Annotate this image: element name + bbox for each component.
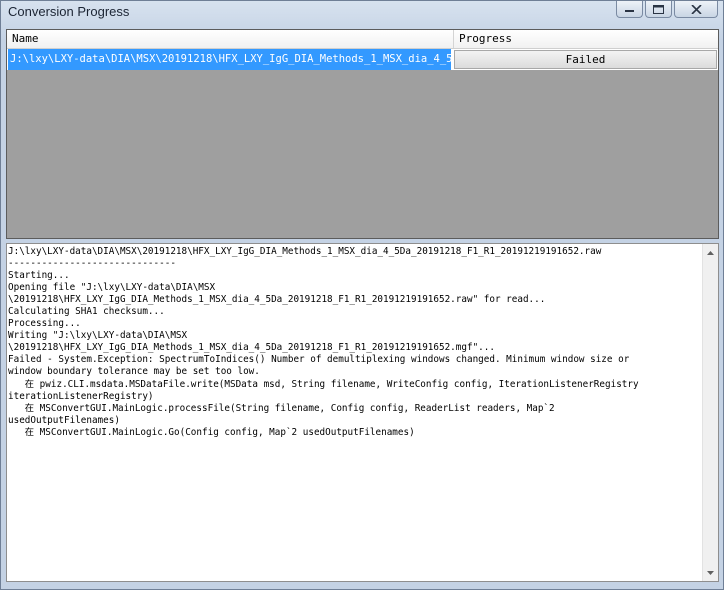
vertical-scrollbar[interactable]: [702, 244, 718, 581]
log-line: Starting...: [8, 270, 70, 282]
log-line: \20191218\HFX_LXY_IgG_DIA_Methods_1_MSX_…: [8, 342, 495, 354]
log-line: Opening file "J:\lxy\LXY-data\DIA\MSX: [8, 282, 216, 294]
column-header-name[interactable]: Name: [7, 30, 454, 48]
scroll-up-arrow-icon: [707, 250, 714, 255]
scroll-up-button[interactable]: [703, 245, 718, 260]
log-line: 在 MSConvertGUI.MainLogic.processFile(Str…: [8, 402, 555, 414]
title-bar[interactable]: Conversion Progress: [1, 1, 723, 27]
close-button[interactable]: [674, 1, 718, 18]
log-line: Processing...: [8, 318, 81, 330]
grid-header: Name Progress: [7, 30, 718, 49]
log-line: \20191218\HFX_LXY_IgG_DIA_Methods_1_MSX_…: [8, 294, 546, 306]
log-output-panel[interactable]: J:\lxy\LXY-data\DIA\MSX\20191218\HFX_LXY…: [6, 243, 719, 582]
conversion-progress-window: Conversion Progress Name Progress J:\lxy…: [0, 0, 724, 590]
scroll-down-button[interactable]: [703, 565, 718, 580]
log-line: Calculating SHA1 checksum...: [8, 306, 165, 318]
maximize-button[interactable]: [645, 1, 672, 18]
log-line: ------------------------------: [8, 258, 176, 270]
conversion-grid[interactable]: Name Progress J:\lxy\LXY-data\DIA\MSX\20…: [6, 29, 719, 239]
log-line: Failed - System.Exception: SpectrumToInd…: [8, 354, 630, 366]
minimize-button[interactable]: [616, 1, 643, 18]
log-line: 在 pwiz.CLI.msdata.MSDataFile.write(MSDat…: [8, 378, 639, 390]
log-line: usedOutputFilenames): [8, 414, 120, 426]
log-line: iterationListenerRegistry): [8, 390, 154, 402]
window-title: Conversion Progress: [8, 4, 130, 19]
log-text: J:\lxy\LXY-data\DIA\MSX\20191218\HFX_LXY…: [8, 246, 704, 579]
close-icon: [690, 4, 702, 14]
minimize-icon: [625, 9, 634, 12]
progress-status-cell: Failed: [454, 50, 717, 69]
file-name-cell[interactable]: J:\lxy\LXY-data\DIA\MSX\20191218\HFX_LXY…: [8, 49, 451, 70]
column-header-progress[interactable]: Progress: [454, 30, 718, 48]
log-line: window boundary tolerance may be set too…: [8, 366, 260, 378]
log-line: 在 MSConvertGUI.MainLogic.Go(Config confi…: [8, 426, 415, 438]
scroll-down-arrow-icon: [707, 570, 714, 575]
log-line: J:\lxy\LXY-data\DIA\MSX\20191218\HFX_LXY…: [8, 246, 602, 257]
maximize-icon: [653, 4, 664, 14]
table-row[interactable]: J:\lxy\LXY-data\DIA\MSX\20191218\HFX_LXY…: [7, 49, 718, 70]
log-line: Writing "J:\lxy\LXY-data\DIA\MSX: [8, 330, 188, 342]
